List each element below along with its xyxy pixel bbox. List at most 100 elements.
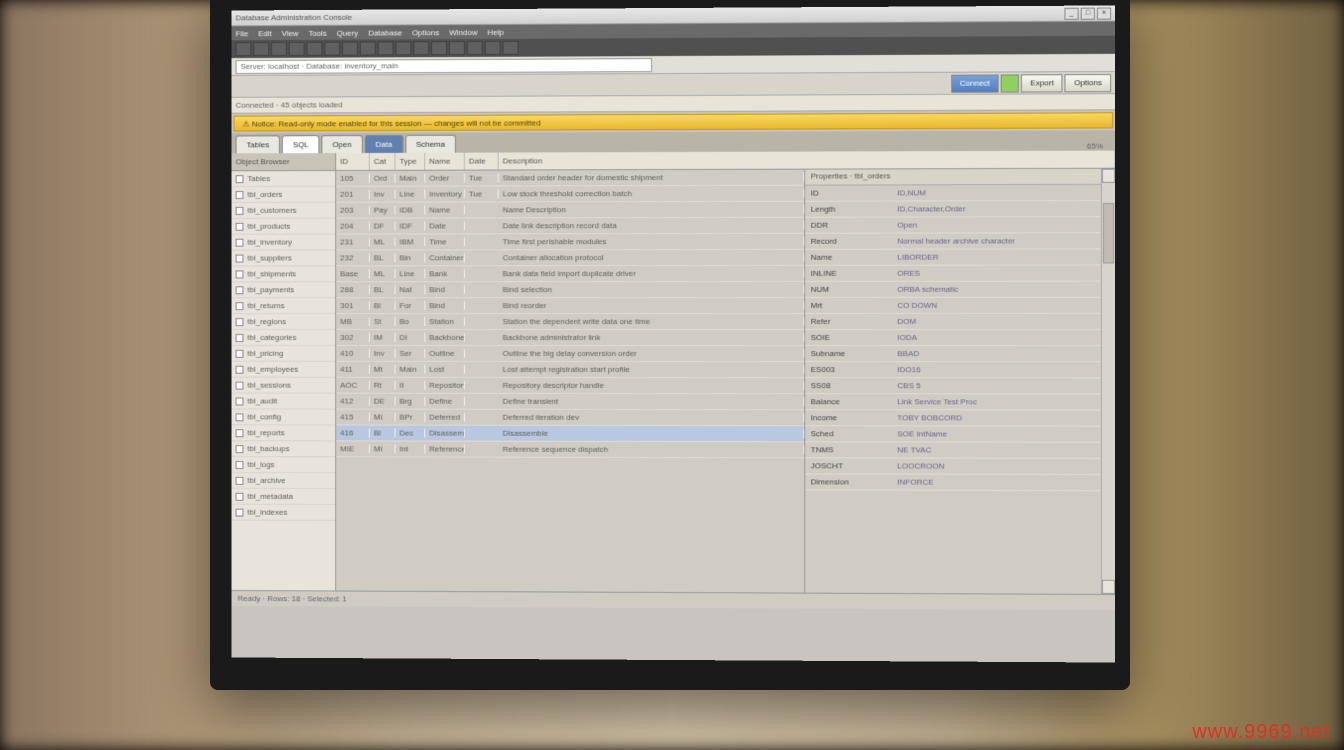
property-row[interactable]: IDID,NUM: [805, 185, 1101, 202]
property-row[interactable]: NUMORBA schematic: [805, 282, 1101, 298]
paste-icon[interactable]: [324, 42, 340, 56]
sidebar-item[interactable]: tbl_logs: [232, 457, 336, 473]
undo-icon[interactable]: [342, 42, 358, 56]
cut-icon[interactable]: [289, 42, 305, 56]
property-row[interactable]: RecordNormal header archive character: [805, 233, 1101, 250]
sidebar-item[interactable]: tbl_categories: [232, 330, 336, 346]
table-row[interactable]: 288BLNatBindBind selection: [336, 282, 804, 298]
table-row[interactable]: 302IMDIBackboneBackbone administrator li…: [336, 330, 804, 346]
col-desc[interactable]: Description: [499, 151, 1116, 170]
notification-bar[interactable]: ⚠ Notice: Read-only mode enabled for thi…: [234, 112, 1114, 131]
table-row[interactable]: 203PayIDBNameName Description: [336, 202, 804, 219]
sidebar-item[interactable]: tbl_pricing: [232, 346, 336, 362]
checkbox-icon[interactable]: [236, 476, 244, 484]
print-icon[interactable]: [467, 41, 483, 55]
checkbox-icon[interactable]: [236, 461, 244, 469]
checkbox-icon[interactable]: [236, 222, 244, 230]
table-row[interactable]: 410InvSerOutlineOutline the big delay co…: [336, 346, 804, 362]
table-row[interactable]: 201InvLineInventoryTueLow stock threshol…: [336, 186, 804, 203]
table-row[interactable]: 411MtMainLostLost attempt registration s…: [336, 362, 804, 378]
checkbox-icon[interactable]: [236, 508, 244, 516]
checkbox-icon[interactable]: [236, 270, 244, 278]
checkbox-icon[interactable]: [236, 254, 244, 262]
checkbox-icon[interactable]: [236, 206, 244, 214]
property-row[interactable]: NameLIBORDER: [805, 249, 1101, 265]
zoom-icon[interactable]: [485, 41, 501, 55]
checkbox-icon[interactable]: [236, 413, 244, 421]
checkbox-icon[interactable]: [236, 365, 244, 373]
property-row[interactable]: DimensionINFORCE: [805, 474, 1101, 491]
property-row[interactable]: TNMSNE TVAC: [805, 442, 1101, 459]
table-row[interactable]: 204DFIDFDateDate link description record…: [336, 218, 804, 235]
tab-data[interactable]: Data: [365, 135, 403, 153]
checkbox-icon[interactable]: [236, 397, 244, 405]
table-row[interactable]: 232BLBinContainerContainer allocation pr…: [336, 250, 804, 267]
scroll-up-icon[interactable]: [1102, 169, 1115, 183]
property-row[interactable]: SOIEIODA: [805, 330, 1101, 346]
checkbox-icon[interactable]: [236, 286, 244, 294]
sidebar-item[interactable]: tbl_payments: [232, 282, 336, 298]
sidebar-item[interactable]: tbl_shipments: [232, 266, 336, 282]
sidebar-item[interactable]: tbl_suppliers: [232, 250, 336, 266]
sidebar-item[interactable]: tbl_indexes: [232, 505, 336, 521]
run-icon[interactable]: [378, 41, 394, 55]
sidebar-item[interactable]: tbl_config: [232, 409, 336, 425]
close-button[interactable]: ×: [1097, 7, 1111, 19]
new-icon[interactable]: [236, 42, 252, 56]
sidebar-item[interactable]: tbl_reports: [232, 425, 336, 441]
table-row[interactable]: 301BlForBindBind reorder: [336, 298, 804, 314]
checkbox-icon[interactable]: [236, 492, 244, 500]
property-row[interactable]: JOSCHTLOOCROON: [805, 458, 1101, 475]
property-row[interactable]: BalanceLink Service Test Proc: [805, 394, 1101, 410]
table-row[interactable]: BaseMLLineBankBank data field import dup…: [336, 266, 804, 282]
checkbox-icon[interactable]: [236, 334, 244, 342]
property-row[interactable]: SubnameBBAD: [805, 346, 1101, 362]
checkbox-icon[interactable]: [236, 191, 244, 199]
property-row[interactable]: ES003IDO16: [805, 362, 1101, 378]
col-cat[interactable]: Cat: [370, 153, 396, 170]
connect-button[interactable]: Connect: [951, 74, 999, 92]
table-row[interactable]: 412DEBrgDefineDefine transient: [336, 394, 804, 411]
sidebar-item[interactable]: tbl_returns: [232, 298, 336, 314]
col-name[interactable]: Name: [425, 153, 465, 170]
sidebar-item[interactable]: tbl_metadata: [232, 489, 336, 505]
menu-tools[interactable]: Tools: [308, 28, 326, 37]
table-row[interactable]: 415MIBPrDeferredDeferred iteration dev: [336, 410, 804, 427]
options-button[interactable]: Options: [1065, 74, 1111, 92]
tab-sql[interactable]: SQL: [282, 135, 320, 153]
menu-database[interactable]: Database: [368, 28, 402, 37]
checkbox-icon[interactable]: [236, 318, 244, 326]
property-row[interactable]: ReferDOM: [805, 314, 1101, 330]
tab-open[interactable]: Open: [321, 135, 362, 153]
scroll-down-icon[interactable]: [1102, 580, 1115, 594]
tab-schema[interactable]: Schema: [405, 135, 456, 153]
refresh-icon[interactable]: [413, 41, 429, 55]
tab-tables[interactable]: Tables: [236, 135, 280, 153]
sidebar-item[interactable]: tbl_products: [232, 219, 336, 235]
open-icon[interactable]: [253, 42, 269, 56]
scroll-thumb[interactable]: [1103, 203, 1114, 263]
table-row[interactable]: 416BlDecDisassembleDisassemble: [336, 425, 804, 442]
copy-icon[interactable]: [307, 42, 323, 56]
checkbox-icon[interactable]: [236, 429, 244, 437]
col-date[interactable]: Date: [465, 153, 499, 170]
checkbox-icon[interactable]: [236, 175, 244, 183]
col-type[interactable]: Type: [395, 153, 425, 170]
menu-help[interactable]: Help: [487, 27, 503, 36]
stop-icon[interactable]: [395, 41, 411, 55]
menu-view[interactable]: View: [282, 28, 299, 37]
filter-icon[interactable]: [431, 41, 447, 55]
checkbox-icon[interactable]: [236, 238, 244, 246]
menu-query[interactable]: Query: [337, 28, 359, 37]
menu-file[interactable]: File: [236, 29, 249, 38]
menu-options[interactable]: Options: [412, 28, 439, 37]
maximize-button[interactable]: □: [1081, 7, 1095, 19]
table-row[interactable]: MIEMIIntReferenceReference sequence disp…: [336, 441, 804, 458]
menu-edit[interactable]: Edit: [258, 29, 272, 38]
checkbox-icon[interactable]: [236, 349, 244, 357]
table-row[interactable]: MBStBoStationStation the dependent write…: [336, 314, 804, 330]
property-row[interactable]: MrtCO DOWN: [805, 298, 1101, 314]
menu-window[interactable]: Window: [449, 28, 477, 37]
help-icon[interactable]: [503, 41, 519, 55]
vertical-scrollbar[interactable]: [1101, 169, 1115, 594]
